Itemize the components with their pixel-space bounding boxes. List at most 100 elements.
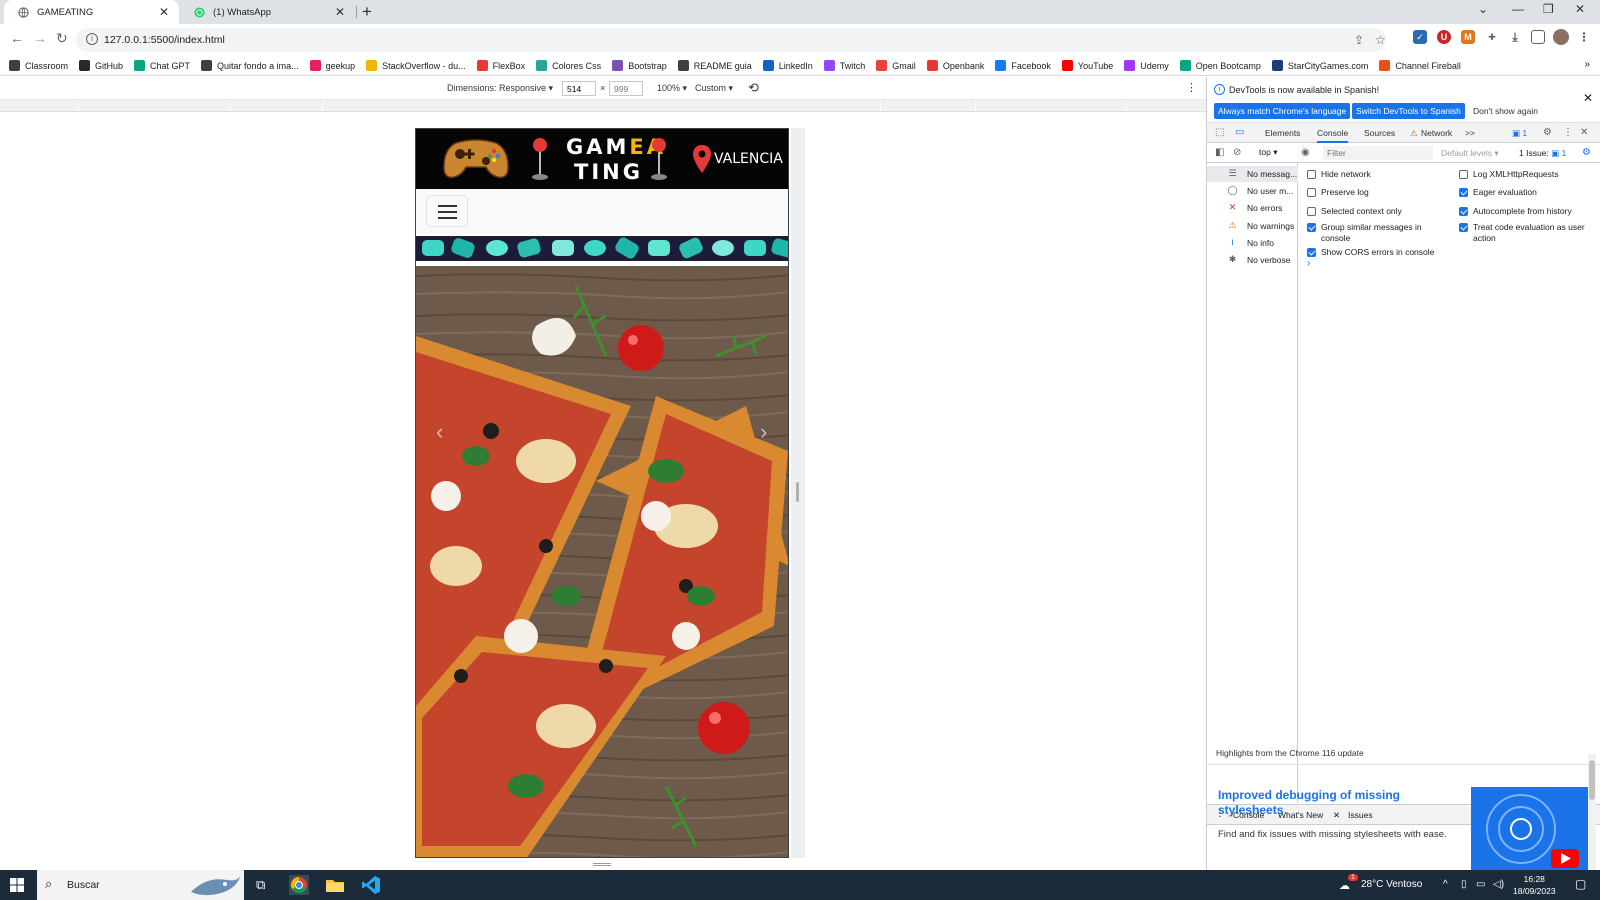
bookmark-item[interactable]: Openbank (926, 60, 984, 71)
whats-new-article-title[interactable]: Improved debugging of missing stylesheet… (1218, 788, 1458, 818)
checkbox[interactable] (1307, 248, 1316, 257)
console-sidebar-item[interactable]: ✕ No errors (1207, 200, 1298, 216)
bookmark-item[interactable]: StackOverflow - du... (366, 60, 466, 71)
console-setting-option[interactable]: Treat code evaluation as user action (1459, 222, 1597, 244)
forward-icon[interactable]: → (33, 30, 47, 46)
inspect-element-icon[interactable]: ⬚ (1215, 127, 1224, 138)
log-levels-dropdown[interactable]: Default levels ▾ (1441, 148, 1499, 159)
bookmark-item[interactable]: Channel Fireball (1379, 60, 1461, 71)
console-setting-option[interactable]: Show CORS errors in console (1307, 247, 1447, 258)
ublock-icon[interactable]: U (1437, 30, 1451, 44)
tab-whatsapp[interactable]: (1) WhatsApp ✕ (180, 0, 355, 24)
network-icon[interactable]: ▭ (1476, 879, 1485, 890)
back-icon[interactable]: ← (10, 30, 24, 46)
extension-icon[interactable]: ✓ (1413, 30, 1427, 44)
checkbox[interactable] (1307, 223, 1316, 232)
tab-elements[interactable]: Elements (1265, 128, 1300, 138)
bookmark-item[interactable]: StarCityGames.com (1271, 60, 1368, 71)
side-panel-icon[interactable] (1531, 30, 1545, 44)
console-prompt[interactable]: › (1307, 258, 1310, 269)
device-menu-icon[interactable]: ⋮ (1186, 81, 1197, 94)
checkbox[interactable] (1459, 170, 1468, 179)
notification-center-icon[interactable]: ▢ (1575, 877, 1586, 891)
bookmark-item[interactable]: Twitch (823, 60, 865, 71)
address-bar[interactable]: i 127.0.0.1:5500/index.html ⇪ ☆ (76, 28, 1386, 52)
sidebar-toggle-icon[interactable]: ◧ (1215, 147, 1224, 158)
dimensions-dropdown[interactable]: Dimensions: Responsive ▾ (447, 83, 553, 94)
bookmark-item[interactable]: Quitar fondo a ima... (201, 60, 299, 71)
weather-icon[interactable]: ☁ (1339, 879, 1350, 892)
carousel-prev-icon[interactable]: ‹ (436, 419, 443, 445)
reload-icon[interactable]: ↻ (56, 30, 68, 47)
site-info-icon[interactable]: i (86, 33, 98, 45)
bookmark-star-icon[interactable]: ☆ (1375, 33, 1386, 47)
resize-handle-bottom[interactable] (593, 863, 611, 866)
tab-network[interactable]: Network (1421, 128, 1452, 138)
vscode-icon[interactable] (361, 875, 381, 895)
chrome-taskbar-icon[interactable] (289, 875, 309, 895)
windows-start-icon[interactable] (10, 878, 24, 892)
message-count-badge[interactable]: ▣ 1 (1512, 128, 1527, 139)
console-setting-option[interactable]: Selected context only (1307, 206, 1447, 217)
url-text[interactable]: 127.0.0.1:5500/index.html (104, 34, 225, 46)
new-tab-icon[interactable]: + (362, 2, 372, 22)
tab-sources[interactable]: Sources (1364, 128, 1395, 138)
live-expression-eye-icon[interactable]: ◉ (1301, 147, 1310, 158)
device-toggle-icon[interactable]: ▭ (1235, 127, 1244, 138)
console-setting-option[interactable]: Hide network (1307, 169, 1447, 180)
profile-avatar[interactable] (1553, 29, 1569, 45)
task-view-icon[interactable]: ⧉ (256, 877, 265, 893)
console-sidebar-item[interactable]: ⚠ No warnings (1207, 218, 1298, 234)
resize-handle-right[interactable] (796, 482, 799, 502)
close-devtools-icon[interactable]: ✕ (1580, 127, 1588, 138)
height-input[interactable] (609, 81, 643, 96)
checkbox[interactable] (1307, 207, 1316, 216)
tab-gameating[interactable]: GAMEATING ✕ (4, 0, 179, 24)
bookmark-item[interactable]: GitHub (79, 60, 123, 71)
media-query-ruler[interactable] (0, 100, 1206, 112)
bookmark-item[interactable]: README guia (677, 60, 752, 71)
clock[interactable]: 16:28 18/09/2023 (1513, 873, 1556, 897)
clear-console-icon[interactable]: ⊘ (1233, 147, 1241, 158)
checkbox[interactable] (1307, 188, 1316, 197)
metamask-icon[interactable]: M (1461, 30, 1475, 44)
width-input[interactable] (562, 81, 596, 96)
checkbox[interactable] (1459, 223, 1468, 232)
bookmark-item[interactable]: Chat GPT (134, 60, 190, 71)
close-tab-icon[interactable]: ✕ (335, 5, 345, 19)
share-icon[interactable]: ⇪ (1354, 33, 1364, 47)
checkbox[interactable] (1459, 188, 1468, 197)
close-window-icon[interactable]: ✕ (1575, 2, 1585, 16)
bookmark-item[interactable]: Bootstrap (612, 60, 667, 71)
minimize-icon[interactable]: — (1512, 2, 1524, 16)
console-sidebar-item[interactable]: ✱ No verbose (1207, 252, 1298, 268)
context-dropdown[interactable]: top ▾ (1259, 147, 1277, 158)
console-sidebar-item[interactable]: ◯ No user m... (1207, 183, 1298, 199)
console-sidebar-item[interactable]: ☰ No messag... (1207, 166, 1298, 182)
settings-gear-icon[interactable]: ⚙ (1543, 127, 1552, 138)
dont-show-again-link[interactable]: Don't show again (1473, 106, 1538, 116)
restore-icon[interactable]: ❐ (1543, 2, 1554, 16)
close-notice-icon[interactable]: ✕ (1583, 91, 1593, 105)
console-filter-input[interactable] (1323, 146, 1433, 160)
more-tabs-icon[interactable]: >> (1465, 128, 1475, 138)
bookmark-item[interactable]: LinkedIn (762, 60, 813, 71)
bookmark-item[interactable]: YouTube (1061, 60, 1113, 71)
tab-console[interactable]: Console (1317, 128, 1349, 143)
bookmark-item[interactable]: Udemy (1124, 60, 1169, 71)
tray-chevron-icon[interactable]: ^ (1443, 879, 1448, 890)
tab-search-chevron-icon[interactable]: ⌄ (1478, 2, 1488, 16)
weather-text[interactable]: 28°C Ventoso (1361, 879, 1422, 890)
issues-counter[interactable]: 1 Issue: ▣ 1 (1519, 148, 1566, 159)
drawer-scrollbar[interactable] (1588, 754, 1596, 870)
bookmark-item[interactable]: Classroom (9, 60, 68, 71)
devtools-menu-icon[interactable]: ⋮ (1563, 127, 1573, 138)
bookmark-item[interactable]: Colores Css (536, 60, 601, 71)
checkbox[interactable] (1307, 170, 1316, 179)
bookmark-item[interactable]: Open Bootcamp (1179, 60, 1261, 71)
bookmark-item[interactable]: Gmail (876, 60, 916, 71)
bookmark-item[interactable]: FlexBox (476, 60, 525, 71)
more-bookmarks-icon[interactable]: » (1584, 59, 1590, 70)
menu-kebab-icon[interactable]: ⋮ (1577, 30, 1591, 44)
checkbox[interactable] (1459, 207, 1468, 216)
